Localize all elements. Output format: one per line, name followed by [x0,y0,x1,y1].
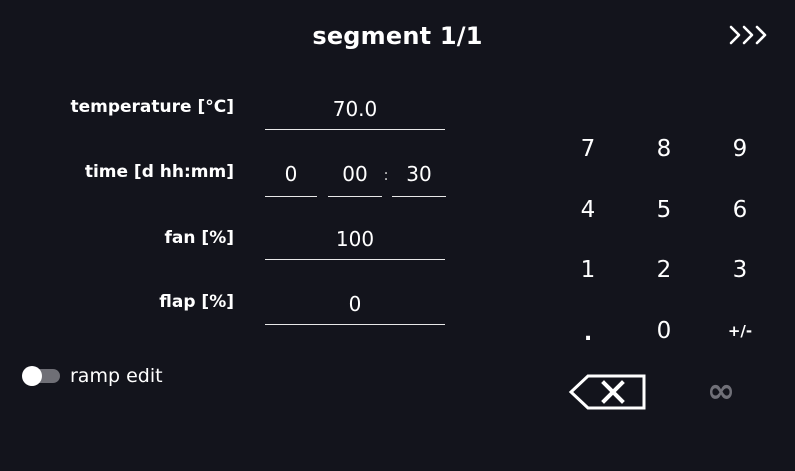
ramp-edit-label: ramp edit [70,365,163,387]
temperature-field[interactable]: 70.0 [265,97,445,130]
key-0[interactable]: 0 [639,311,689,351]
key-8[interactable]: 8 [639,129,689,169]
key-1[interactable]: 1 [563,250,613,290]
time-days-field[interactable]: 0 [265,162,317,197]
flap-label: flap [%] [159,292,234,312]
time-minutes-field[interactable]: 30 [392,162,446,197]
ramp-edit-toggle[interactable] [22,366,60,386]
toggle-knob [22,366,42,386]
key-5[interactable]: 5 [639,190,689,230]
temperature-label: temperature [°C] [70,97,234,117]
time-separator: : [383,166,389,184]
triple-chevron-right-icon [729,25,767,45]
fan-label: fan [%] [164,228,234,248]
key-3[interactable]: 3 [715,250,765,290]
backspace-icon [568,374,646,410]
key-4[interactable]: 4 [563,190,613,230]
key-6[interactable]: 6 [715,190,765,230]
infinity-icon: ∞ [706,371,736,411]
key-7[interactable]: 7 [563,129,613,169]
key-decimal-point[interactable]: . [563,311,613,351]
fan-field[interactable]: 100 [265,227,445,260]
infinity-button[interactable]: ∞ [696,372,746,410]
next-segment-button[interactable] [724,20,776,50]
backspace-button[interactable] [568,373,648,411]
key-plus-minus[interactable]: +/- [715,311,765,351]
time-hours-field[interactable]: 00 [328,162,382,197]
time-label: time [d hh:mm] [84,162,234,182]
flap-field[interactable]: 0 [265,292,445,325]
key-9[interactable]: 9 [715,129,765,169]
key-2[interactable]: 2 [639,250,689,290]
segment-title: segment 1/1 [312,22,483,50]
